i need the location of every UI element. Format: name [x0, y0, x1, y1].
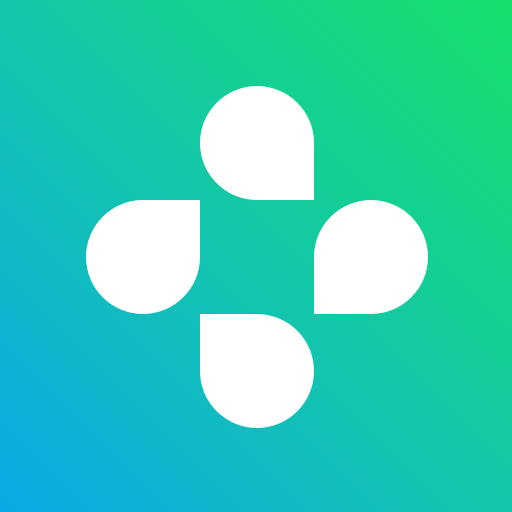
- petal-bottom: [200, 314, 314, 428]
- petal-left: [86, 200, 200, 314]
- app-icon-background: [0, 0, 512, 512]
- four-petal-logo-icon: [86, 86, 428, 428]
- petal-right: [314, 200, 428, 314]
- petal-top: [200, 86, 314, 200]
